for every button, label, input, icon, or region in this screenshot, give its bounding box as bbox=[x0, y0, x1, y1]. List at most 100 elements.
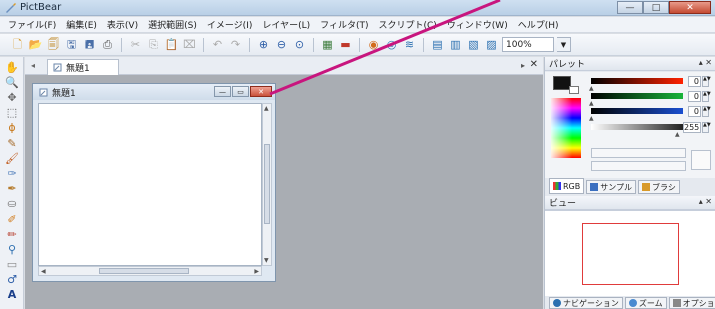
text-tool-icon[interactable]: A bbox=[4, 288, 20, 301]
rect-select-icon[interactable]: ⬚ bbox=[4, 106, 20, 119]
save-icon[interactable]: 🖫 bbox=[64, 37, 79, 52]
paste-new-icon[interactable]: ⌧ bbox=[182, 37, 197, 52]
palette-panel-controls-icon[interactable]: ▴ ✕ bbox=[699, 58, 712, 67]
blue-slider[interactable] bbox=[591, 108, 683, 114]
copy-file-icon[interactable]: 🗐 bbox=[46, 37, 61, 52]
menu-window[interactable]: ウィンドウ(W) bbox=[447, 18, 508, 31]
tab-option[interactable]: オプション bbox=[668, 297, 715, 309]
menu-image[interactable]: イメージ(I) bbox=[207, 18, 253, 31]
navigator-preview[interactable] bbox=[582, 223, 679, 285]
palette-window-icon[interactable]: ▬ bbox=[338, 37, 353, 52]
zoom-out-icon[interactable]: ⊖ bbox=[274, 37, 289, 52]
tab-close-icon[interactable]: ✕ bbox=[530, 59, 538, 70]
vertical-scrollbar[interactable]: ▲ ▼ bbox=[262, 103, 272, 266]
horizontal-scrollbar[interactable]: ◀ ▶ bbox=[38, 266, 262, 276]
color-icon[interactable]: ◉ bbox=[366, 37, 381, 52]
blue-spin-icon[interactable]: ▲▼ bbox=[702, 106, 711, 117]
scroll-left-icon[interactable]: ◀ bbox=[41, 268, 46, 275]
paste-icon[interactable]: 📋 bbox=[164, 37, 179, 52]
scroll-down-icon[interactable]: ▼ bbox=[264, 257, 269, 264]
tab-brush[interactable]: ブラシ bbox=[638, 180, 680, 194]
menu-script[interactable]: スクリプト(C) bbox=[378, 18, 436, 31]
color-preview-box bbox=[691, 150, 711, 170]
scroll-up-icon[interactable]: ▲ bbox=[264, 105, 269, 112]
tab-scroll-right-icon[interactable]: ▸ bbox=[521, 61, 525, 70]
zoom-dropdown-icon[interactable]: ▼ bbox=[557, 37, 571, 52]
vertical-scroll-thumb[interactable] bbox=[264, 144, 270, 224]
doc-close-button[interactable]: ✕ bbox=[250, 86, 272, 97]
view-panel-controls-icon[interactable]: ▴ ✕ bbox=[699, 197, 712, 206]
blue-value-field[interactable]: 0 bbox=[688, 106, 701, 117]
zoom-tool-icon[interactable]: 🔍 bbox=[4, 76, 20, 89]
alpha-value-field[interactable]: 255 bbox=[683, 122, 701, 133]
horizontal-scroll-thumb[interactable] bbox=[99, 268, 189, 274]
tab-sample[interactable]: サンプル bbox=[586, 180, 637, 194]
menu-layer[interactable]: レイヤー(L) bbox=[262, 18, 310, 31]
lasso-tool-icon[interactable]: ϕ bbox=[4, 121, 20, 134]
doc-restore-button[interactable]: ▭ bbox=[232, 86, 249, 97]
blue-slider-handle-icon[interactable]: ▲ bbox=[589, 115, 594, 122]
menu-view[interactable]: 表示(V) bbox=[107, 18, 138, 31]
navigator-icon[interactable]: ▨ bbox=[484, 37, 499, 52]
color-field-2[interactable] bbox=[591, 161, 686, 171]
red-spin-icon[interactable]: ▲▼ bbox=[702, 76, 711, 87]
menu-help[interactable]: ヘルプ(H) bbox=[518, 18, 559, 31]
hand-tool-icon[interactable]: ✋ bbox=[4, 61, 20, 74]
close-button[interactable]: ✕ bbox=[669, 1, 711, 14]
redo-icon[interactable]: ↷ bbox=[228, 37, 243, 52]
doc-minimize-button[interactable]: — bbox=[214, 86, 231, 97]
copy-icon[interactable]: ⎘ bbox=[146, 37, 161, 52]
brush-panel-icon[interactable]: ≋ bbox=[402, 37, 417, 52]
eraser-tool-icon[interactable]: ▭ bbox=[4, 258, 20, 271]
menu-edit[interactable]: 編集(E) bbox=[66, 18, 97, 31]
cut-icon[interactable]: ✂ bbox=[128, 37, 143, 52]
tab-scroll-left-icon[interactable]: ◂ bbox=[31, 61, 35, 70]
grid-icon[interactable]: ▤ bbox=[430, 37, 445, 52]
green-slider[interactable] bbox=[591, 93, 683, 99]
guide-icon[interactable]: ▥ bbox=[448, 37, 463, 52]
move-tool-icon[interactable]: ✥ bbox=[4, 91, 20, 104]
tab-zoom[interactable]: ズーム bbox=[624, 297, 667, 309]
zoom-select[interactable]: 100% bbox=[502, 37, 554, 52]
pictbear-app: PictBear — □ ✕ ファイル(F) 編集(E) 表示(V) 選択範囲(… bbox=[0, 0, 715, 309]
shape-tool-icon[interactable]: ♂ bbox=[4, 273, 20, 286]
smudge-tool-icon[interactable]: ✏ bbox=[4, 228, 20, 241]
print-icon[interactable]: ⎙ bbox=[100, 37, 115, 52]
open-folder-icon[interactable]: 📂 bbox=[28, 37, 43, 52]
menu-selection[interactable]: 選択範囲(S) bbox=[148, 18, 197, 31]
airbrush-tool-icon[interactable]: ✑ bbox=[4, 167, 20, 180]
stamp-tool-icon[interactable]: ⚲ bbox=[4, 243, 20, 256]
tab-rgb[interactable]: RGB bbox=[549, 178, 585, 194]
background-color-swatch[interactable] bbox=[569, 86, 579, 94]
minimize-button[interactable]: — bbox=[617, 1, 643, 14]
green-value-field[interactable]: 0 bbox=[688, 91, 701, 102]
color-field-1[interactable] bbox=[591, 148, 686, 158]
alpha-spin-icon[interactable]: ▲▼ bbox=[702, 122, 711, 133]
menu-filter[interactable]: フィルタ(T) bbox=[320, 18, 368, 31]
maximize-button[interactable]: □ bbox=[643, 1, 669, 14]
brush-tool-icon[interactable]: 🖌 bbox=[4, 152, 20, 165]
record-icon[interactable]: ◎ bbox=[384, 37, 399, 52]
tab-document[interactable]: 無題1 bbox=[47, 59, 119, 75]
scroll-right-icon[interactable]: ▶ bbox=[254, 268, 259, 275]
drawing-canvas[interactable] bbox=[38, 103, 262, 266]
layer-window-icon[interactable]: ▦ bbox=[320, 37, 335, 52]
zoom-fit-icon[interactable]: ⊙ bbox=[292, 37, 307, 52]
menu-file[interactable]: ファイル(F) bbox=[8, 18, 56, 31]
document-window-titlebar[interactable]: 無題1 — ▭ ✕ bbox=[33, 84, 275, 100]
red-value-field[interactable]: 0 bbox=[688, 76, 701, 87]
dropper-tool-icon[interactable]: ✐ bbox=[4, 213, 20, 226]
undo-icon[interactable]: ↶ bbox=[210, 37, 225, 52]
alpha-slider-handle-icon[interactable]: ▲ bbox=[675, 131, 680, 138]
layer-panel-icon[interactable]: ▧ bbox=[466, 37, 481, 52]
red-slider[interactable] bbox=[591, 78, 683, 84]
alpha-slider[interactable] bbox=[591, 124, 683, 130]
pen-tool-icon[interactable]: ✒ bbox=[4, 182, 20, 195]
tab-navigation[interactable]: ナビゲーション bbox=[549, 297, 623, 309]
save-as-icon[interactable]: 🖪 bbox=[82, 37, 97, 52]
fill-tool-icon[interactable]: ⛀ bbox=[4, 197, 20, 210]
new-file-icon[interactable]: 🗋 bbox=[10, 37, 25, 52]
zoom-in-icon[interactable]: ⊕ bbox=[256, 37, 271, 52]
pencil-tool-icon[interactable]: ✎ bbox=[4, 137, 20, 150]
green-spin-icon[interactable]: ▲▼ bbox=[702, 91, 711, 102]
